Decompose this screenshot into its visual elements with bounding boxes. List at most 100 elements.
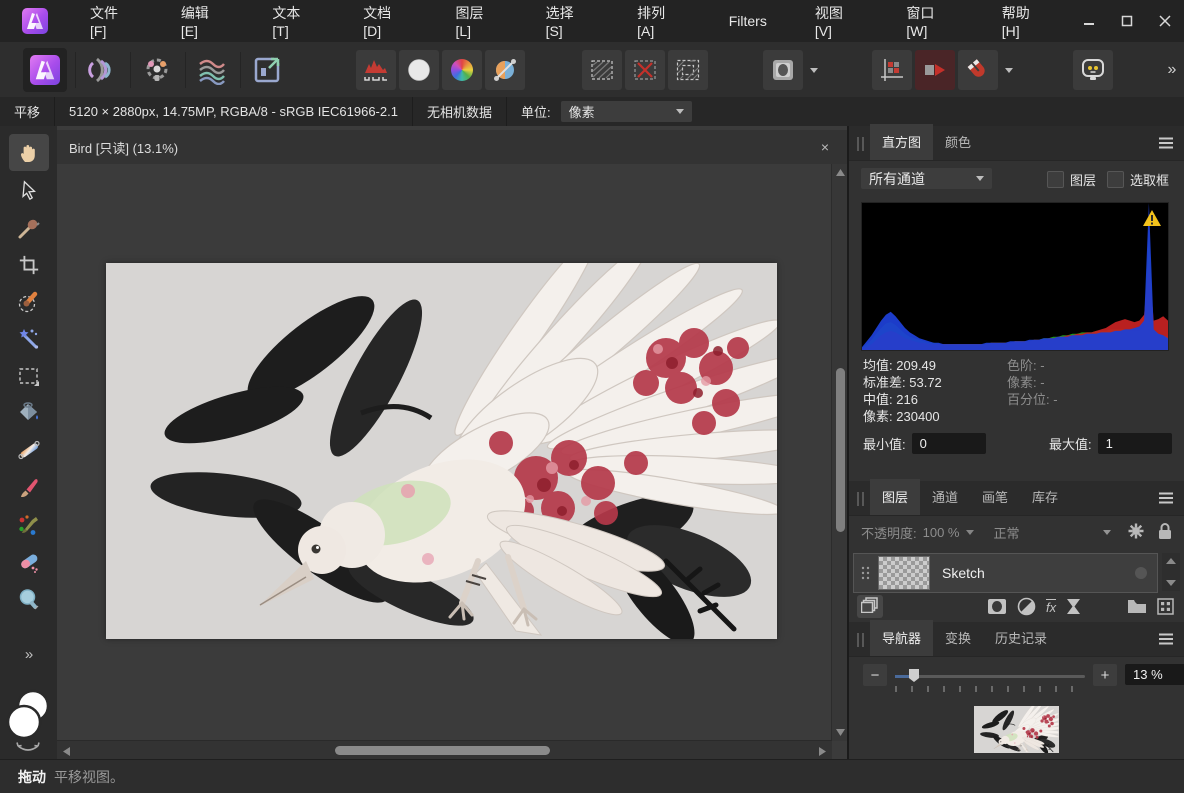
scroll-up-icon[interactable] [1162,556,1180,566]
navigator-thumbnail[interactable] [974,706,1059,753]
channel-dropdown[interactable]: 所有通道 [861,168,992,189]
zoom-slider[interactable] [895,675,1085,678]
adjustment-layer-icon[interactable] [1017,597,1036,616]
photo-persona-button[interactable] [23,48,67,92]
tools-overflow-button[interactable]: » [9,636,49,673]
colour-picker-tool[interactable] [9,209,49,246]
tab-layers[interactable]: 图层 [870,479,920,515]
tab-close-icon[interactable]: × [813,139,837,155]
paint-brush-tool[interactable] [9,469,49,506]
crop-tool[interactable] [9,246,49,283]
histogram-chart[interactable] [861,202,1169,351]
panel-menu-icon[interactable] [1158,491,1174,508]
horizontal-scroll-thumb[interactable] [335,746,550,755]
erase-tool[interactable] [9,543,49,580]
menu-view[interactable]: 视图[V] [791,0,883,42]
menu-layer[interactable]: 图层[L] [432,0,522,42]
clipping-warning-icon[interactable] [1142,209,1162,227]
insert-behaviour-button[interactable] [915,50,955,90]
duplicate-layer-button[interactable] [857,595,883,618]
blend-gear-icon[interactable] [1127,522,1145,540]
blend-mode-value[interactable]: 正常 [994,523,1020,542]
layer-visibility-toggle[interactable] [1135,567,1147,579]
panel-menu-icon[interactable] [1158,136,1174,153]
zoom-out-button[interactable]: − [863,664,887,686]
zoom-value-field[interactable]: 13 % [1125,664,1184,685]
menu-arrange[interactable]: 排列[A] [613,0,705,42]
menu-text[interactable]: 文本[T] [248,0,339,42]
auto-white-balance-button[interactable] [485,50,525,90]
tab-navigator[interactable]: 导航器 [870,620,933,656]
layer-effects-icon[interactable]: fx [1046,599,1056,614]
invert-selection-button[interactable] [668,50,708,90]
quick-mask-dropdown[interactable] [803,50,825,90]
scroll-down-icon[interactable] [836,729,845,736]
vertical-scroll-thumb[interactable] [836,368,845,532]
tab-brushes[interactable]: 画笔 [970,479,1020,515]
auto-levels-button[interactable] [356,50,396,90]
quick-mask-button[interactable] [763,50,803,90]
layer-checkbox[interactable] [1047,171,1064,188]
export-persona-button[interactable] [245,48,289,92]
min-value-field[interactable]: 0 [912,433,986,454]
live-filter-icon[interactable] [1066,598,1081,615]
marquee-checkbox-group[interactable]: 选取框 [1107,170,1169,189]
menu-file[interactable]: 文件[F] [66,0,157,42]
tab-transform[interactable]: 变换 [933,620,983,656]
scroll-right-icon[interactable] [819,747,826,756]
assistant-manager-button[interactable] [872,50,912,90]
toolbar-overflow-button[interactable]: » [1152,50,1184,90]
panel-grip-icon[interactable] [857,137,864,151]
minimize-button[interactable] [1070,0,1108,42]
menu-window[interactable]: 窗口[W] [882,0,977,42]
chevron-down-icon[interactable] [966,530,974,535]
liquify-persona-button[interactable] [80,48,124,92]
blur-tool[interactable] [9,580,49,617]
maximize-button[interactable] [1108,0,1146,42]
layers-scrollbar[interactable] [1162,553,1180,591]
menu-help[interactable]: 帮助[H] [978,0,1070,42]
colour-swatches[interactable] [2,684,56,756]
view-tool[interactable] [9,134,49,171]
panel-grip-icon[interactable] [857,633,864,647]
zoom-in-button[interactable]: + [1093,664,1117,686]
select-all-button[interactable] [582,50,622,90]
tab-histogram[interactable]: 直方图 [870,124,933,160]
scroll-left-icon[interactable] [63,747,70,756]
gradient-tool[interactable] [9,431,49,468]
blend-mode-chevron-icon[interactable] [1103,530,1111,535]
tab-stock[interactable]: 库存 [1020,479,1070,515]
flood-select-tool[interactable] [9,320,49,357]
flood-fill-tool[interactable] [9,394,49,431]
auto-contrast-button[interactable] [399,50,439,90]
layer-thumbnail[interactable] [878,556,930,590]
scroll-down-icon[interactable] [1162,578,1180,588]
colour-replacement-brush-tool[interactable] [9,506,49,543]
max-value-field[interactable]: 1 [1098,433,1172,454]
group-layers-icon[interactable] [1127,598,1147,614]
auto-colours-button[interactable] [442,50,482,90]
tone-mapping-persona-button[interactable] [190,48,234,92]
marquee-checkbox[interactable] [1107,171,1124,188]
tab-channels[interactable]: 通道 [920,479,970,515]
menu-edit[interactable]: 编辑[E] [157,0,249,42]
pattern-layer-icon[interactable] [1157,598,1174,615]
zoom-slider-handle[interactable] [909,669,919,682]
units-dropdown[interactable]: 像素 [561,101,692,122]
panel-menu-icon[interactable] [1158,632,1174,649]
marquee-tool[interactable] [9,357,49,394]
snapping-button[interactable] [958,50,998,90]
assistant-button[interactable] [1073,50,1113,90]
lock-icon[interactable] [1157,522,1173,540]
menu-select[interactable]: 选择[S] [522,0,614,42]
layer-row-sketch[interactable]: Sketch [853,553,1158,593]
tab-history[interactable]: 历史记录 [983,620,1059,656]
document-tab[interactable]: Bird [只读] (13.1%) × [57,130,849,164]
layer-checkbox-group[interactable]: 图层 [1047,170,1096,189]
menu-document[interactable]: 文档[D] [339,0,431,42]
horizontal-scrollbar[interactable] [57,740,832,760]
develop-persona-button[interactable] [135,48,179,92]
selection-brush-tool[interactable] [9,283,49,320]
menu-filters[interactable]: Filters [705,0,791,42]
snapping-dropdown[interactable] [998,50,1020,90]
